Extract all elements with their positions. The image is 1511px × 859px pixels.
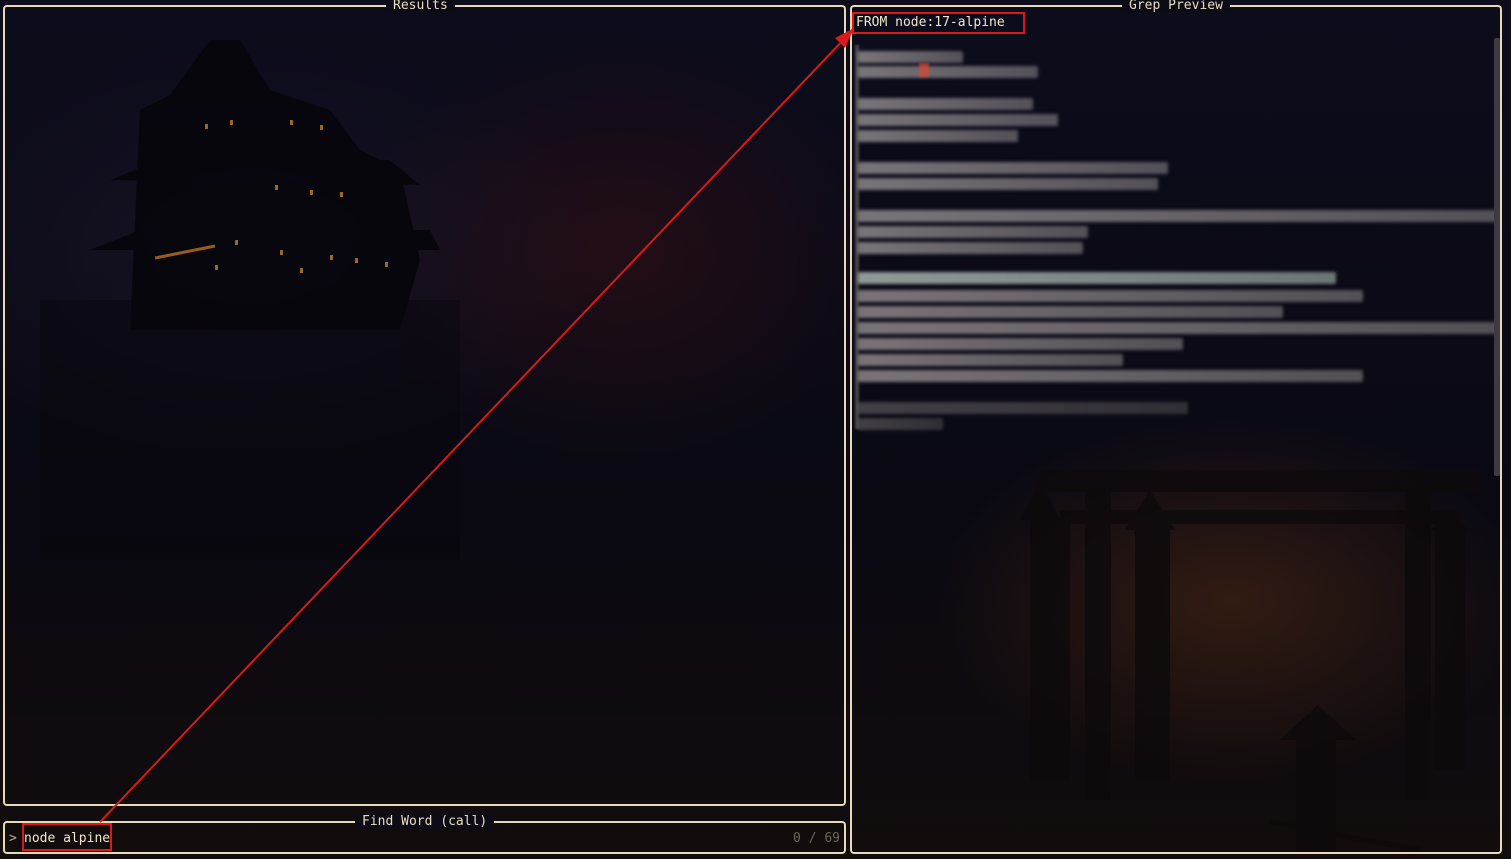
find-word-panel: Find Word (call) > node alpine 0 / 69 (3, 814, 846, 854)
search-input[interactable]: node alpine (24, 831, 110, 846)
blurred-line (858, 402, 1188, 414)
prompt-caret: > (9, 831, 17, 846)
match-counter: 0 / 69 (793, 831, 840, 846)
blurred-line (858, 370, 1363, 382)
blurred-line (858, 114, 1058, 126)
blurred-line (858, 210, 1498, 222)
blurred-line (858, 162, 1168, 174)
blurred-line (858, 242, 1083, 254)
preview-scrollbar[interactable] (1494, 38, 1500, 476)
blurred-line (858, 306, 1283, 318)
blurred-line (858, 290, 1363, 302)
grep-preview-title: Grep Preview (1122, 0, 1230, 13)
blurred-highlight (919, 63, 929, 77)
blurred-line (858, 418, 943, 430)
blurred-line (858, 226, 1088, 238)
blurred-line (858, 272, 1336, 284)
blurred-line (858, 322, 1498, 334)
blurred-line (858, 130, 1018, 142)
blurred-line (858, 178, 1158, 190)
blurred-line (858, 338, 1183, 350)
preview-first-line: FROM node:17-alpine (856, 15, 1005, 30)
blurred-line (858, 66, 1038, 78)
blurred-line (858, 98, 1033, 110)
results-panel: Results (3, 0, 846, 806)
find-word-title: Find Word (call) (355, 814, 495, 829)
grep-preview-panel: Grep Preview FROM node:17-alpine (850, 0, 1502, 854)
blurred-line (858, 51, 963, 63)
blurred-line (858, 354, 1123, 366)
results-title: Results (386, 0, 455, 13)
